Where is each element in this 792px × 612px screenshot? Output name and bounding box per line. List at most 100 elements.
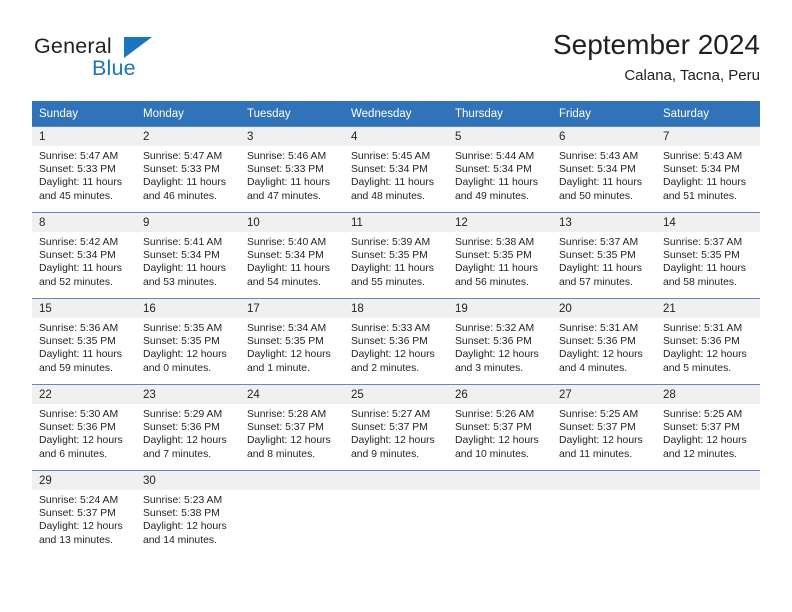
- calendar-day-cell[interactable]: 30 Sunrise: 5:23 AM Sunset: 5:38 PM Dayligh…: [136, 470, 240, 556]
- sunrise-text: Sunrise: 5:28 AM: [247, 409, 327, 420]
- sunrise-text: Sunrise: 5:36 AM: [39, 323, 119, 334]
- calendar-day-cell[interactable]: 14 Sunrise: 5:37 AM Sunset: 5:35 PM Dayligh…: [656, 212, 760, 299]
- calendar-day-cell[interactable]: 10 Sunrise: 5:40 AM Sunset: 5:34 PM Dayligh…: [240, 212, 344, 299]
- calendar-day-cell[interactable]: 4 Sunrise: 5:45 AM Sunset: 5:34 PM Daylight…: [344, 126, 448, 213]
- sunrise-text: Sunrise: 5:47 AM: [143, 151, 223, 162]
- calendar-day-cell[interactable]: 9 Sunrise: 5:41 AM Sunset: 5:34 PM Daylight…: [136, 212, 240, 299]
- daylight-text: Daylight: 12 hours and 0 minutes.: [143, 349, 227, 374]
- day-cell-body: 21 Sunrise: 5:31 AM Sunset: 5:36 PM Dayligh…: [656, 299, 760, 384]
- day-sun-info: Sunrise: 5:40 AM Sunset: 5:34 PM Daylight:…: [240, 232, 344, 289]
- daylight-text: Daylight: 12 hours and 2 minutes.: [351, 349, 435, 374]
- day-number: 27: [552, 385, 656, 404]
- calendar-day-cell[interactable]: 11 Sunrise: 5:39 AM Sunset: 5:35 PM Dayligh…: [344, 212, 448, 299]
- day-sun-info: Sunrise: 5:30 AM Sunset: 5:36 PM Daylight:…: [32, 404, 136, 461]
- day-sun-info: Sunrise: 5:31 AM Sunset: 5:36 PM Daylight:…: [656, 318, 760, 375]
- calendar-day-cell[interactable]: 24 Sunrise: 5:28 AM Sunset: 5:37 PM Dayligh…: [240, 384, 344, 471]
- calendar-week-row: 29 Sunrise: 5:24 AM Sunset: 5:37 PM Dayligh…: [32, 470, 760, 556]
- day-sun-info: Sunrise: 5:35 AM Sunset: 5:35 PM Daylight:…: [136, 318, 240, 375]
- day-cell-body: 19 Sunrise: 5:32 AM Sunset: 5:36 PM Dayligh…: [448, 299, 552, 384]
- calendar-day-cell[interactable]: 13 Sunrise: 5:37 AM Sunset: 5:35 PM Dayligh…: [552, 212, 656, 299]
- day-sun-info: Sunrise: 5:34 AM Sunset: 5:35 PM Daylight:…: [240, 318, 344, 375]
- calendar-day-cell[interactable]: 25 Sunrise: 5:27 AM Sunset: 5:37 PM Dayligh…: [344, 384, 448, 471]
- day-number: 22: [32, 385, 136, 404]
- sunset-text: Sunset: 5:36 PM: [663, 336, 740, 348]
- day-number: [448, 471, 552, 490]
- calendar-day-cell[interactable]: 3 Sunrise: 5:46 AM Sunset: 5:33 PM Daylight…: [240, 126, 344, 213]
- sunset-text: Sunset: 5:35 PM: [351, 250, 428, 262]
- calendar-day-cell[interactable]: 17 Sunrise: 5:34 AM Sunset: 5:35 PM Dayligh…: [240, 298, 344, 385]
- calendar-cell-empty: [344, 470, 448, 556]
- day-number: 16: [136, 299, 240, 318]
- daylight-text: Daylight: 11 hours and 52 minutes.: [39, 263, 122, 288]
- sunrise-text: Sunrise: 5:42 AM: [39, 237, 119, 248]
- day-sun-info: Sunrise: 5:46 AM Sunset: 5:33 PM Daylight:…: [240, 146, 344, 203]
- calendar-day-cell[interactable]: 6 Sunrise: 5:43 AM Sunset: 5:34 PM Daylight…: [552, 126, 656, 213]
- sunset-text: Sunset: 5:35 PM: [39, 336, 116, 348]
- day-cell-body: 28 Sunrise: 5:25 AM Sunset: 5:37 PM Dayligh…: [656, 385, 760, 470]
- sunrise-text: Sunrise: 5:34 AM: [247, 323, 327, 334]
- weekday-header-friday: Friday: [552, 101, 656, 127]
- calendar-day-cell[interactable]: 8 Sunrise: 5:42 AM Sunset: 5:34 PM Daylight…: [32, 212, 136, 299]
- day-sun-info: Sunrise: 5:28 AM Sunset: 5:37 PM Daylight:…: [240, 404, 344, 461]
- calendar-day-cell[interactable]: 12 Sunrise: 5:38 AM Sunset: 5:35 PM Dayligh…: [448, 212, 552, 299]
- day-sun-info: Sunrise: 5:37 AM Sunset: 5:35 PM Daylight:…: [656, 232, 760, 289]
- sunrise-text: Sunrise: 5:31 AM: [663, 323, 743, 334]
- sunrise-text: Sunrise: 5:31 AM: [559, 323, 639, 334]
- calendar-day-cell[interactable]: 27 Sunrise: 5:25 AM Sunset: 5:37 PM Dayligh…: [552, 384, 656, 471]
- calendar-day-cell[interactable]: 2 Sunrise: 5:47 AM Sunset: 5:33 PM Daylight…: [136, 126, 240, 213]
- sunset-text: Sunset: 5:33 PM: [39, 164, 116, 176]
- calendar-day-cell[interactable]: 7 Sunrise: 5:43 AM Sunset: 5:34 PM Daylight…: [656, 126, 760, 213]
- day-number: 11: [344, 213, 448, 232]
- day-cell-body: 5 Sunrise: 5:44 AM Sunset: 5:34 PM Daylight…: [448, 127, 552, 212]
- sunrise-text: Sunrise: 5:26 AM: [455, 409, 535, 420]
- calendar-day-cell[interactable]: 5 Sunrise: 5:44 AM Sunset: 5:34 PM Daylight…: [448, 126, 552, 213]
- calendar-day-cell[interactable]: 16 Sunrise: 5:35 AM Sunset: 5:35 PM Dayligh…: [136, 298, 240, 385]
- day-number: 28: [656, 385, 760, 404]
- sunrise-text: Sunrise: 5:30 AM: [39, 409, 119, 420]
- day-cell-body: [552, 471, 656, 556]
- sunrise-text: Sunrise: 5:23 AM: [143, 495, 223, 506]
- day-sun-info: Sunrise: 5:43 AM Sunset: 5:34 PM Daylight:…: [552, 146, 656, 203]
- daylight-text: Daylight: 12 hours and 3 minutes.: [455, 349, 539, 374]
- sunset-text: Sunset: 5:36 PM: [143, 422, 220, 434]
- sunset-text: Sunset: 5:36 PM: [455, 336, 532, 348]
- sunset-text: Sunset: 5:34 PM: [663, 164, 740, 176]
- sunrise-text: Sunrise: 5:32 AM: [455, 323, 535, 334]
- sunrise-text: Sunrise: 5:41 AM: [143, 237, 223, 248]
- day-cell-body: 4 Sunrise: 5:45 AM Sunset: 5:34 PM Daylight…: [344, 127, 448, 212]
- sunset-text: Sunset: 5:35 PM: [143, 336, 220, 348]
- sunset-text: Sunset: 5:36 PM: [39, 422, 116, 434]
- calendar-week-row: 1 Sunrise: 5:47 AM Sunset: 5:33 PM Daylight…: [32, 126, 760, 213]
- sunset-text: Sunset: 5:33 PM: [247, 164, 324, 176]
- day-cell-body: [656, 471, 760, 556]
- sunset-text: Sunset: 5:34 PM: [455, 164, 532, 176]
- day-cell-body: 7 Sunrise: 5:43 AM Sunset: 5:34 PM Daylight…: [656, 127, 760, 212]
- generalblue-logo[interactable]: General Blue: [32, 34, 252, 90]
- calendar-day-cell[interactable]: 18 Sunrise: 5:33 AM Sunset: 5:36 PM Dayligh…: [344, 298, 448, 385]
- calendar-day-cell[interactable]: 29 Sunrise: 5:24 AM Sunset: 5:37 PM Dayligh…: [32, 470, 136, 556]
- daylight-text: Daylight: 12 hours and 9 minutes.: [351, 435, 435, 460]
- daylight-text: Daylight: 11 hours and 51 minutes.: [663, 177, 746, 202]
- calendar-day-cell[interactable]: 23 Sunrise: 5:29 AM Sunset: 5:36 PM Dayligh…: [136, 384, 240, 471]
- day-sun-info: Sunrise: 5:47 AM Sunset: 5:33 PM Daylight:…: [136, 146, 240, 203]
- day-cell-body: 15 Sunrise: 5:36 AM Sunset: 5:35 PM Dayligh…: [32, 299, 136, 384]
- day-number: 30: [136, 471, 240, 490]
- sunset-text: Sunset: 5:37 PM: [247, 422, 324, 434]
- calendar-day-cell[interactable]: 15 Sunrise: 5:36 AM Sunset: 5:35 PM Dayligh…: [32, 298, 136, 385]
- day-number: [656, 471, 760, 490]
- day-sun-info: Sunrise: 5:44 AM Sunset: 5:34 PM Daylight:…: [448, 146, 552, 203]
- sunset-text: Sunset: 5:35 PM: [663, 250, 740, 262]
- weekday-header-saturday: Saturday: [656, 101, 760, 127]
- calendar-day-cell[interactable]: 19 Sunrise: 5:32 AM Sunset: 5:36 PM Dayligh…: [448, 298, 552, 385]
- daylight-text: Daylight: 11 hours and 55 minutes.: [351, 263, 434, 288]
- calendar-day-cell[interactable]: 1 Sunrise: 5:47 AM Sunset: 5:33 PM Daylight…: [32, 126, 136, 213]
- daylight-text: Daylight: 12 hours and 6 minutes.: [39, 435, 123, 460]
- day-cell-body: 25 Sunrise: 5:27 AM Sunset: 5:37 PM Dayligh…: [344, 385, 448, 470]
- day-number: 13: [552, 213, 656, 232]
- day-number: 10: [240, 213, 344, 232]
- calendar-day-cell[interactable]: 20 Sunrise: 5:31 AM Sunset: 5:36 PM Dayligh…: [552, 298, 656, 385]
- calendar-day-cell[interactable]: 28 Sunrise: 5:25 AM Sunset: 5:37 PM Dayligh…: [656, 384, 760, 471]
- calendar-day-cell[interactable]: 22 Sunrise: 5:30 AM Sunset: 5:36 PM Dayligh…: [32, 384, 136, 471]
- calendar-day-cell[interactable]: 21 Sunrise: 5:31 AM Sunset: 5:36 PM Dayligh…: [656, 298, 760, 385]
- calendar-day-cell[interactable]: 26 Sunrise: 5:26 AM Sunset: 5:37 PM Dayligh…: [448, 384, 552, 471]
